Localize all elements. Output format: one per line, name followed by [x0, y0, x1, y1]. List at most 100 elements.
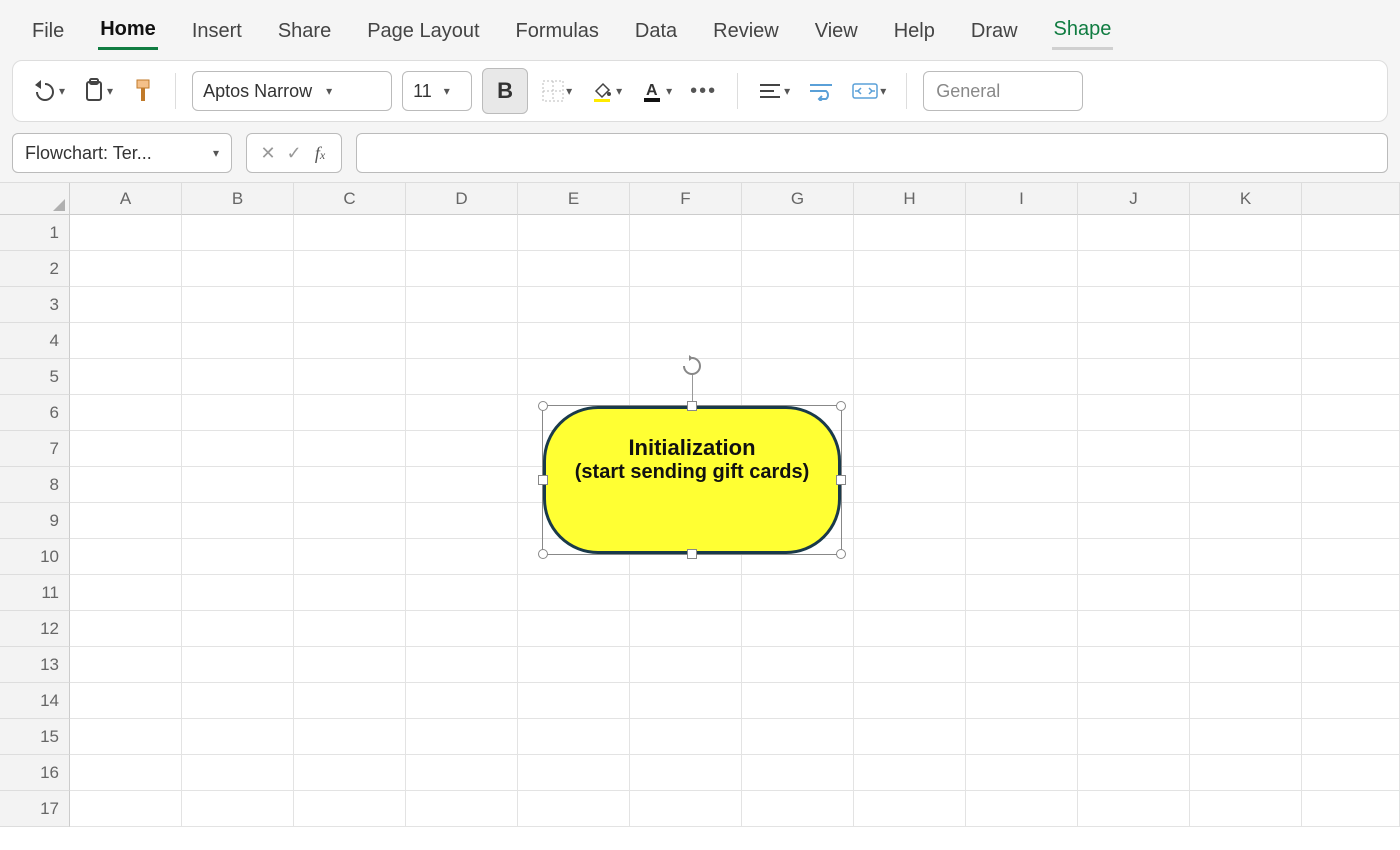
cell[interactable]	[1078, 611, 1190, 647]
cell[interactable]	[294, 287, 406, 323]
merge-button[interactable]: ▾	[848, 71, 890, 111]
cell[interactable]	[1190, 395, 1302, 431]
cell[interactable]	[70, 683, 182, 719]
cell[interactable]	[406, 575, 518, 611]
cell[interactable]	[406, 395, 518, 431]
cell[interactable]	[518, 791, 630, 827]
cell[interactable]	[966, 719, 1078, 755]
row-header[interactable]: 15	[0, 719, 70, 755]
font-size-select[interactable]: 11 ▾	[402, 71, 472, 111]
cell[interactable]	[854, 539, 966, 575]
cell[interactable]	[742, 791, 854, 827]
column-header[interactable]	[1302, 183, 1400, 215]
cell[interactable]	[1190, 215, 1302, 251]
cell[interactable]	[182, 575, 294, 611]
cell[interactable]	[1302, 359, 1400, 395]
cell[interactable]	[1302, 215, 1400, 251]
cell[interactable]	[406, 503, 518, 539]
cell[interactable]	[294, 251, 406, 287]
cell[interactable]	[406, 323, 518, 359]
column-header[interactable]: F	[630, 183, 742, 215]
cell[interactable]	[854, 323, 966, 359]
cell[interactable]	[182, 647, 294, 683]
column-header[interactable]: J	[1078, 183, 1190, 215]
cell[interactable]	[1302, 683, 1400, 719]
cell[interactable]	[1302, 539, 1400, 575]
cell[interactable]	[70, 359, 182, 395]
row-header[interactable]: 10	[0, 539, 70, 575]
cell[interactable]	[70, 395, 182, 431]
cell[interactable]	[742, 359, 854, 395]
row-header[interactable]: 12	[0, 611, 70, 647]
resize-handle-ne[interactable]	[836, 401, 846, 411]
cell[interactable]	[854, 611, 966, 647]
cell[interactable]	[406, 467, 518, 503]
tab-home[interactable]: Home	[98, 12, 158, 50]
tab-data[interactable]: Data	[633, 14, 679, 49]
cell[interactable]	[70, 575, 182, 611]
fill-color-button[interactable]: ▾	[586, 71, 626, 111]
cell[interactable]	[182, 215, 294, 251]
cell[interactable]	[182, 431, 294, 467]
cell[interactable]	[1078, 467, 1190, 503]
cell[interactable]	[630, 215, 742, 251]
format-painter-button[interactable]	[127, 71, 159, 111]
tab-insert[interactable]: Insert	[190, 14, 244, 49]
cell[interactable]	[854, 431, 966, 467]
cell[interactable]	[854, 575, 966, 611]
font-color-button[interactable]: A ▾	[636, 71, 676, 111]
cell[interactable]	[966, 215, 1078, 251]
cell[interactable]	[630, 287, 742, 323]
row-header[interactable]: 4	[0, 323, 70, 359]
cell[interactable]	[518, 359, 630, 395]
cell[interactable]	[70, 467, 182, 503]
cell[interactable]	[406, 791, 518, 827]
cell[interactable]	[1302, 791, 1400, 827]
cell[interactable]	[966, 431, 1078, 467]
cell[interactable]	[1078, 323, 1190, 359]
undo-button[interactable]: ▾	[27, 71, 69, 111]
column-header[interactable]: I	[966, 183, 1078, 215]
cell[interactable]	[966, 395, 1078, 431]
formula-input[interactable]	[356, 133, 1388, 173]
cell[interactable]	[854, 251, 966, 287]
cell[interactable]	[406, 683, 518, 719]
cell[interactable]	[1190, 503, 1302, 539]
cell[interactable]	[518, 611, 630, 647]
cancel-icon[interactable]: ✕	[257, 143, 279, 164]
cell[interactable]	[1302, 575, 1400, 611]
cell[interactable]	[1190, 683, 1302, 719]
cell[interactable]	[1190, 431, 1302, 467]
cell[interactable]	[1078, 359, 1190, 395]
row-header[interactable]: 6	[0, 395, 70, 431]
cell[interactable]	[294, 719, 406, 755]
cell[interactable]	[1190, 287, 1302, 323]
cell[interactable]	[1190, 323, 1302, 359]
cell[interactable]	[630, 719, 742, 755]
tab-shape[interactable]: Shape	[1052, 12, 1114, 50]
cell[interactable]	[518, 287, 630, 323]
fx-icon[interactable]: fx	[309, 143, 331, 164]
cell[interactable]	[1302, 647, 1400, 683]
cell[interactable]	[70, 431, 182, 467]
shape-selection[interactable]: Initialization (start sending gift cards…	[542, 405, 842, 555]
cell[interactable]	[294, 539, 406, 575]
cell[interactable]	[1078, 395, 1190, 431]
cell[interactable]	[854, 503, 966, 539]
cell[interactable]	[1078, 575, 1190, 611]
cell[interactable]	[1190, 359, 1302, 395]
cell[interactable]	[70, 719, 182, 755]
tab-review[interactable]: Review	[711, 14, 781, 49]
column-header[interactable]: G	[742, 183, 854, 215]
cell[interactable]	[742, 287, 854, 323]
cell[interactable]	[854, 215, 966, 251]
cell[interactable]	[742, 575, 854, 611]
cell[interactable]	[742, 611, 854, 647]
cell[interactable]	[1302, 611, 1400, 647]
cell[interactable]	[70, 791, 182, 827]
flowchart-terminator-shape[interactable]: Initialization (start sending gift cards…	[543, 406, 841, 554]
cell[interactable]	[70, 215, 182, 251]
select-all-corner[interactable]	[0, 183, 70, 215]
cell[interactable]	[294, 611, 406, 647]
rotate-handle-icon[interactable]	[680, 354, 704, 378]
